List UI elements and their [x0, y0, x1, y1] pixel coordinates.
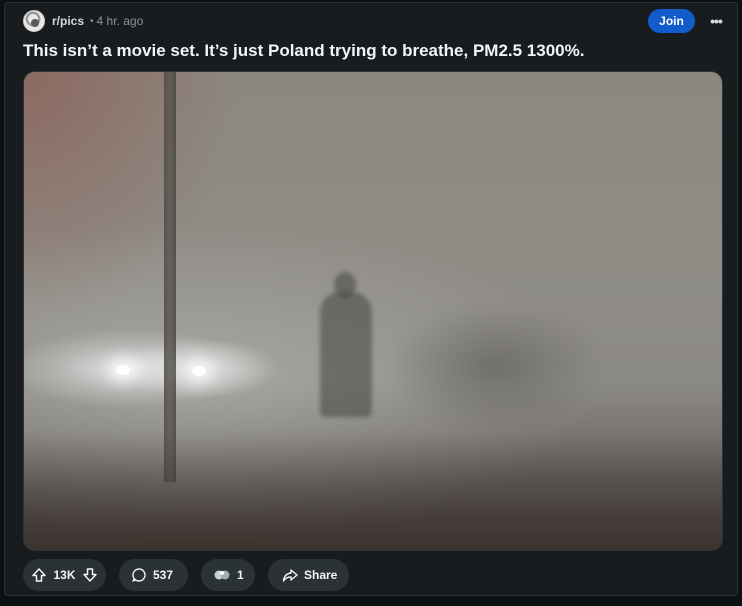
share-button[interactable]: Share [268, 559, 349, 591]
image-headlight-right [192, 366, 206, 376]
subreddit-avatar[interactable] [23, 10, 45, 32]
join-button[interactable]: Join [648, 9, 695, 33]
award-count: 1 [237, 568, 244, 582]
post-card[interactable]: r/pics • 4 hr. ago Join ••• This isn’t a… [4, 2, 738, 596]
arrow-down-icon[interactable] [82, 567, 98, 583]
award-button[interactable]: 1 [201, 559, 255, 591]
post-timestamp: 4 hr. ago [96, 14, 144, 28]
image-pole [164, 72, 176, 482]
comment-count: 537 [153, 568, 174, 582]
post-header: r/pics • 4 hr. ago [23, 9, 143, 33]
image-trees [384, 302, 604, 432]
vote-count: 13K [53, 568, 76, 582]
post-image[interactable] [23, 71, 723, 551]
vote-pill: 13K [23, 559, 106, 591]
separator-dot: • [90, 15, 94, 27]
image-figure-body [320, 292, 372, 417]
share-arrow-icon [282, 567, 298, 583]
image-glow [24, 72, 244, 322]
award-icon [213, 567, 231, 583]
comment-bubble-icon [131, 567, 147, 583]
image-ground [24, 432, 722, 550]
image-headlight-left [116, 365, 130, 375]
share-label: Share [304, 568, 338, 582]
comments-button[interactable]: 537 [119, 559, 188, 591]
arrow-up-icon[interactable] [31, 567, 47, 583]
post-actions: 13K 537 1 Share [23, 559, 362, 591]
post-title[interactable]: This isn’t a movie set. It’s just Poland… [23, 41, 723, 61]
subreddit-link[interactable]: r/pics [52, 14, 84, 28]
more-options-button[interactable]: ••• [705, 9, 727, 33]
